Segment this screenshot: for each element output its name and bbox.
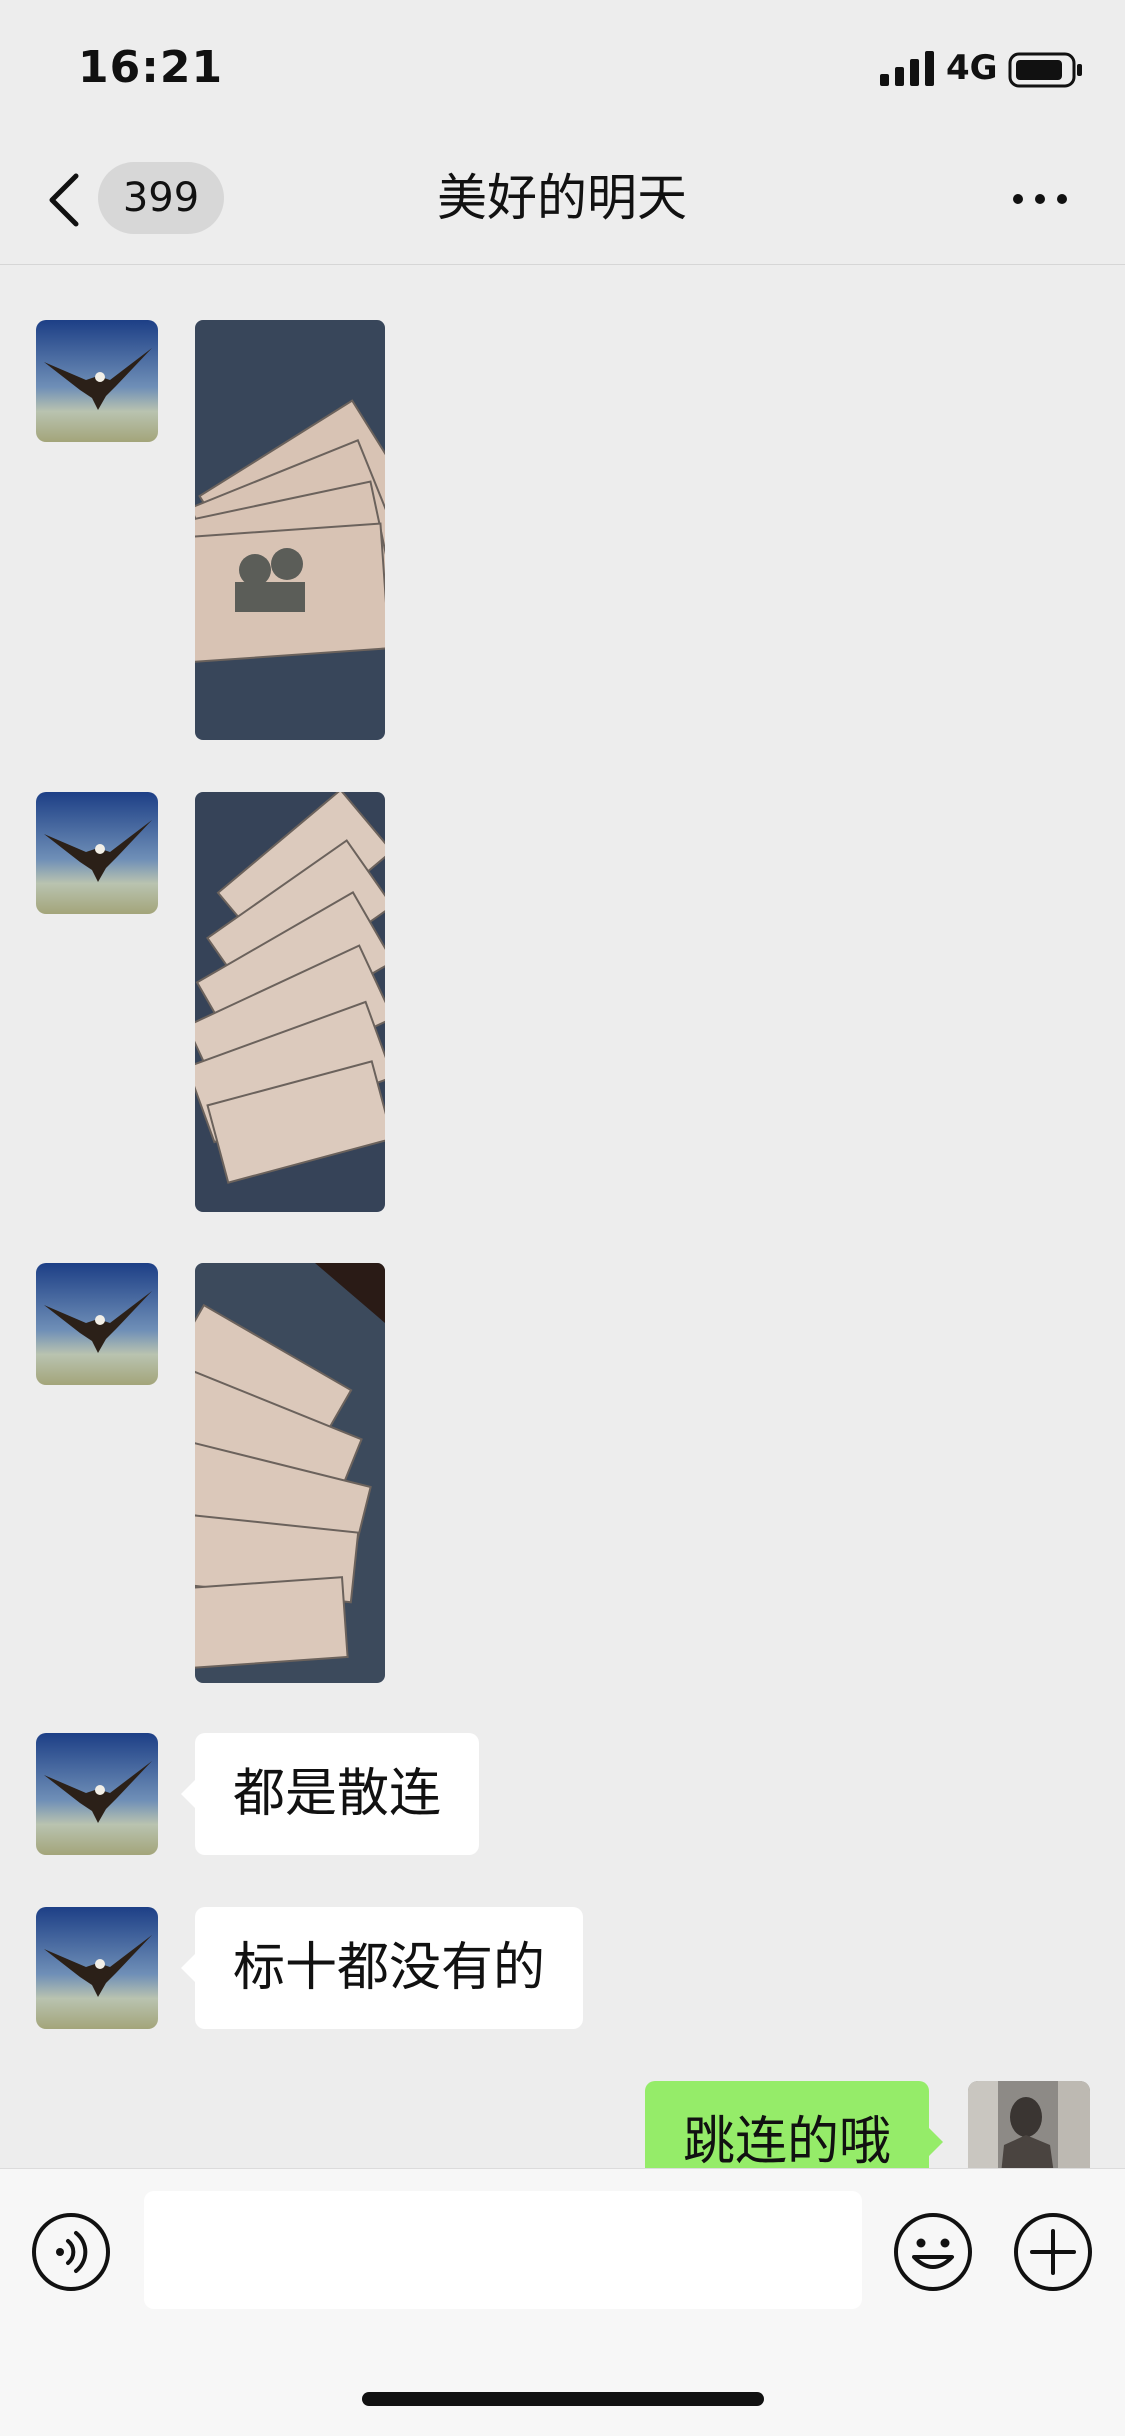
home-indicator[interactable]: [362, 2392, 764, 2406]
eagle-avatar[interactable]: [36, 1733, 158, 1855]
signal-icon: [880, 51, 934, 86]
voice-icon[interactable]: [30, 2211, 112, 2293]
chat-title: 美好的明天: [437, 169, 687, 227]
message-input[interactable]: [144, 2191, 862, 2309]
eagle-avatar[interactable]: [36, 320, 158, 442]
battery-icon: [1008, 52, 1082, 88]
message-image[interactable]: [195, 1263, 385, 1683]
status-time: 16:21: [78, 42, 224, 93]
status-bar: 16:21 4G: [0, 0, 1125, 132]
unread-count-badge[interactable]: 399: [98, 162, 224, 234]
network-label: 4G: [946, 48, 998, 88]
message-image[interactable]: [195, 320, 385, 740]
more-icon[interactable]: [1010, 184, 1070, 214]
plus-icon[interactable]: [1012, 2211, 1094, 2293]
message-bubble[interactable]: 都是散连: [180, 1733, 480, 1855]
back-icon[interactable]: [46, 172, 82, 228]
chat-screen: 16:21 4G 399 美好的明天 都是散连 标十都没有的 跳连的哦: [0, 0, 1125, 2436]
eagle-avatar[interactable]: [36, 1263, 158, 1385]
nav-bar: 399 美好的明天: [0, 132, 1125, 265]
eagle-avatar[interactable]: [36, 792, 158, 914]
eagle-avatar[interactable]: [36, 1907, 158, 2029]
message-image[interactable]: [195, 792, 385, 1212]
message-bubble[interactable]: 标十都没有的: [180, 1907, 584, 2029]
emoji-icon[interactable]: [892, 2211, 974, 2293]
